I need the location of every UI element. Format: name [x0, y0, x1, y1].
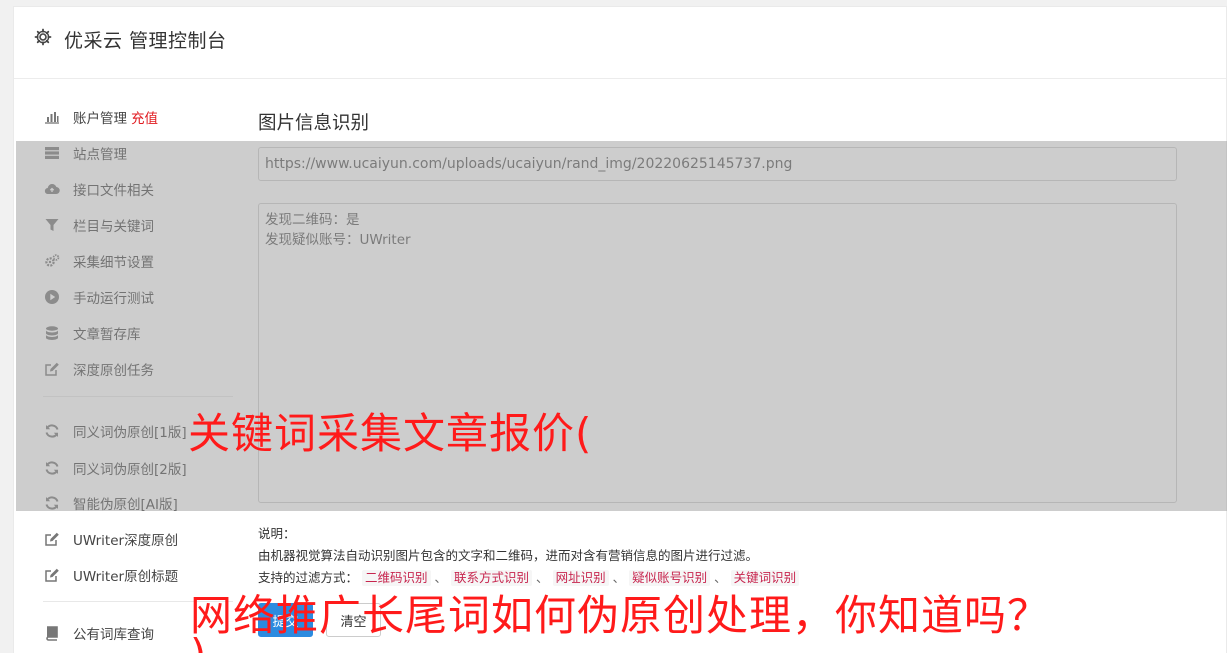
- notes-description: 由机器视觉算法自动识别图片包含的文字和二维码，进而对含有营销信息的图片进行过滤。: [258, 548, 759, 563]
- sidebar-item-interface-files[interactable]: 接口文件相关: [43, 177, 243, 201]
- result-line-qrcode: 发现二维码：是: [265, 212, 360, 228]
- overlay-text-line2: 网络推广长尾词如何伪原创处理，你知道吗？: [190, 591, 1051, 640]
- sidebar-item-manual-test[interactable]: 手动运行测试: [43, 285, 243, 309]
- gears-icon: [43, 252, 61, 270]
- sidebar-item-ai-rewrite[interactable]: 智能伪原创[AI版]: [43, 491, 243, 515]
- sidebar-item-label: 手动运行测试: [73, 291, 154, 307]
- overlay-text-line3: ): [190, 630, 207, 653]
- edit-icon: [43, 360, 61, 378]
- recharge-link[interactable]: 充值: [131, 107, 158, 127]
- play-circle-icon: [43, 288, 61, 306]
- sidebar-item-uwriter-deep[interactable]: UWriter深度原创: [43, 527, 243, 551]
- refresh-icon: [43, 494, 61, 512]
- database-icon: [43, 324, 61, 342]
- sidebar-item-label: 智能伪原创[AI版]: [73, 497, 178, 513]
- image-url-input[interactable]: [258, 147, 1177, 181]
- overlay-text-line1: 关键词采集文章报价(: [188, 409, 593, 458]
- notes-section: 说明： 由机器视觉算法自动识别图片包含的文字和二维码，进而对含有营销信息的图片进…: [258, 523, 800, 589]
- sidebar-item-label: 账户管理: [73, 111, 127, 127]
- sidebar-item-columns-keywords[interactable]: 栏目与关键词: [43, 213, 243, 237]
- refresh-icon: [43, 459, 61, 477]
- sidebar-item-label: 接口文件相关: [73, 183, 154, 199]
- cloud-upload-icon: [43, 180, 61, 198]
- bar-chart-icon: [43, 108, 61, 126]
- sidebar-item-label: 栏目与关键词: [73, 219, 154, 235]
- refresh-icon: [43, 422, 61, 440]
- sidebar-item-label: 采集细节设置: [73, 255, 154, 271]
- sidebar-item-label: UWriter深度原创: [73, 533, 179, 549]
- sidebar-item-account[interactable]: 账户管理 充值: [43, 105, 243, 129]
- sidebar-item-label: 同义词伪原创[1版]: [73, 425, 187, 441]
- sidebar-item-label: 公有词库查询: [73, 627, 154, 643]
- server-icon: [43, 144, 61, 162]
- gear-icon: [33, 27, 53, 47]
- sidebar-item-sites[interactable]: 站点管理: [43, 141, 243, 165]
- filter-icon: [43, 216, 61, 234]
- sidebar-item-label: 站点管理: [73, 147, 127, 163]
- sidebar-item-article-storage[interactable]: 文章暂存库: [43, 321, 243, 345]
- sidebar-item-label: 深度原创任务: [73, 363, 154, 379]
- sidebar-item-label: 文章暂存库: [73, 327, 141, 343]
- notes-heading: 说明：: [258, 526, 296, 541]
- sidebar-item-label: 同义词伪原创[2版]: [73, 462, 187, 478]
- sidebar-item-deep-original-task[interactable]: 深度原创任务: [43, 357, 243, 381]
- edit-icon: [43, 566, 61, 584]
- sidebar-item-label: UWriter原创标题: [73, 569, 179, 585]
- console-card: 优采云 管理控制台 账户管理 充值 站点管理 接口文件相关 栏目与关键词 采集细…: [13, 6, 1227, 653]
- card-header: 优采云 管理控制台: [14, 7, 1226, 79]
- edit-icon: [43, 530, 61, 548]
- sidebar-item-collect-settings[interactable]: 采集细节设置: [43, 249, 243, 273]
- book-icon: [43, 624, 61, 642]
- page-title: 优采云 管理控制台: [64, 30, 227, 52]
- menu-divider: [43, 396, 233, 397]
- section-title: 图片信息识别: [258, 113, 370, 134]
- result-line-account: 发现疑似账号：UWriter: [265, 232, 411, 248]
